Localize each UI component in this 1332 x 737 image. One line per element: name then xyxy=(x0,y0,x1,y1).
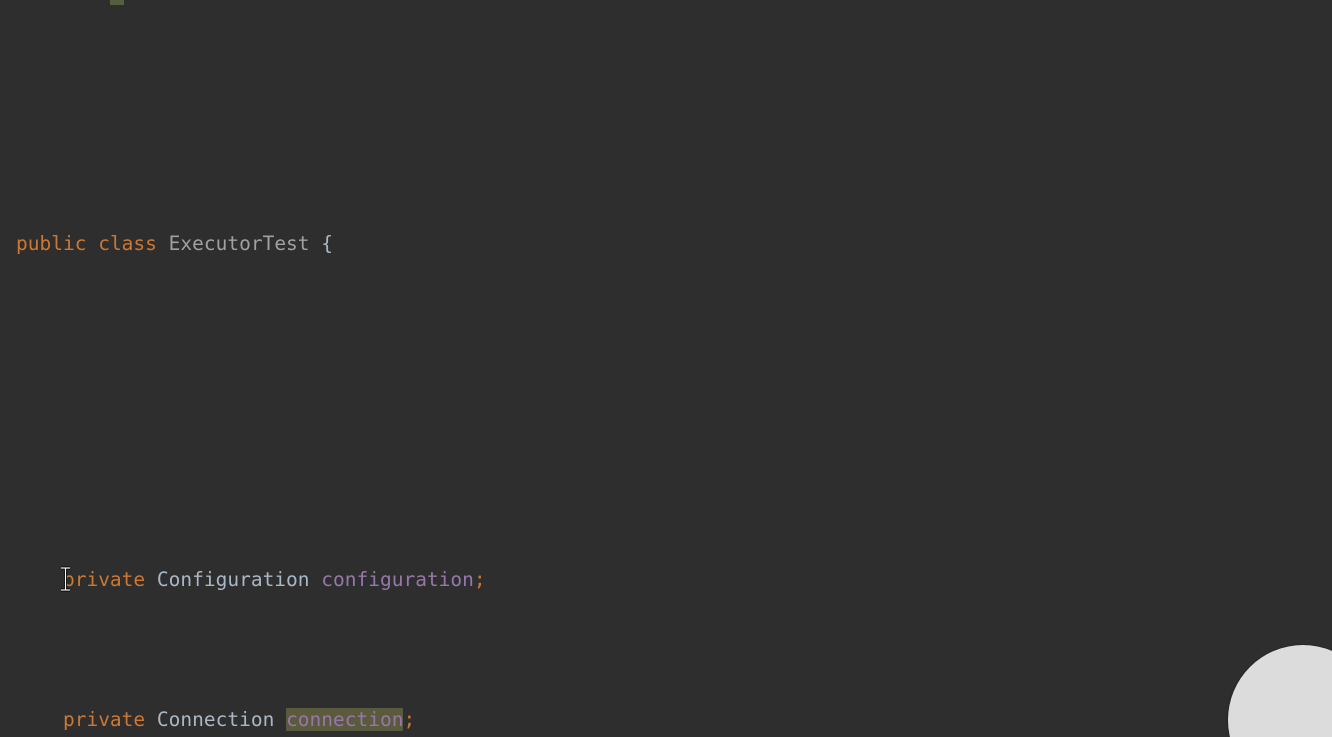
open-brace: { xyxy=(321,232,334,255)
code-line-field-connection[interactable]: private Connection connection; xyxy=(0,706,1332,734)
class-name: ExecutorTest xyxy=(168,232,310,255)
code-line-partial xyxy=(0,112,1332,118)
code-line-blank-1 xyxy=(0,342,1332,370)
keyword-private: private xyxy=(62,568,146,591)
field-connection-highlighted: connection xyxy=(286,708,404,731)
code-editor[interactable]: public class ExecutorTest { private Conf… xyxy=(0,0,1332,737)
code-line-field-configuration[interactable]: private Configuration configuration; xyxy=(0,566,1332,594)
keyword-class: class xyxy=(98,232,157,255)
code-content[interactable]: public class ExecutorTest { private Conf… xyxy=(0,0,1332,737)
keyword-public: public xyxy=(16,232,87,255)
code-line-blank-2 xyxy=(0,426,1332,454)
semicolon: ; xyxy=(473,568,486,591)
keyword-private: private xyxy=(62,708,146,731)
type-configuration: Configuration xyxy=(156,568,310,591)
semicolon: ; xyxy=(403,708,416,731)
field-configuration: configuration xyxy=(321,568,474,591)
type-connection: Connection xyxy=(156,708,275,731)
code-line-class-declaration[interactable]: public class ExecutorTest { xyxy=(0,230,1332,258)
